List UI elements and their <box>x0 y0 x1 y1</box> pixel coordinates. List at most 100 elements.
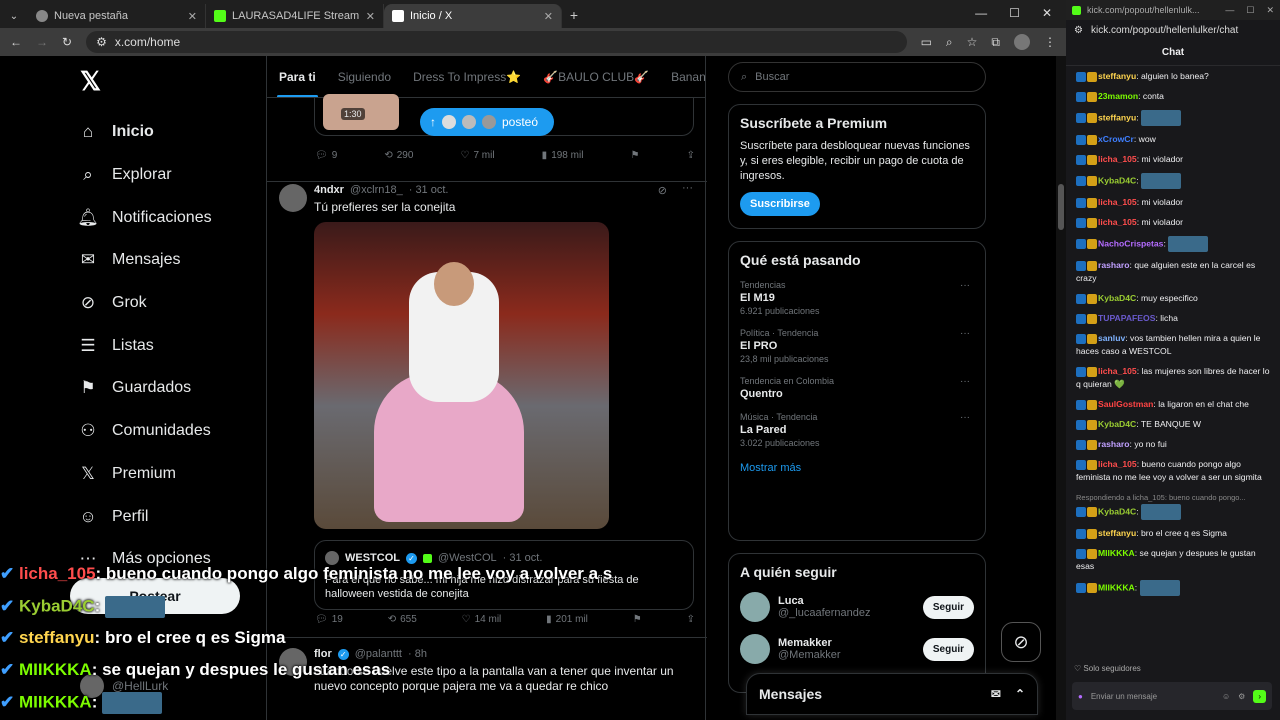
share-icon[interactable]: ⇪ <box>687 614 695 625</box>
new-tab-button[interactable]: + <box>562 7 586 23</box>
close-icon[interactable]: ✕ <box>544 10 553 23</box>
star-icon[interactable]: ☆ <box>967 35 978 49</box>
profile-avatar[interactable] <box>1014 34 1030 50</box>
expand-icon[interactable]: ⌃ <box>1015 687 1025 701</box>
nav-item-comunidades[interactable]: ⚇ Comunidades <box>78 410 258 453</box>
like-button[interactable]: ♡ 7 mil <box>461 150 495 161</box>
chat-username[interactable]: KybaD4C <box>1098 293 1136 303</box>
follow-button[interactable]: Seguir <box>922 595 974 619</box>
nav-item-guardados[interactable]: ⚑ Guardados <box>78 367 258 410</box>
more-icon[interactable]: ··· <box>682 182 693 194</box>
messages-drawer[interactable]: Mensajes ✉ ⌃ <box>746 673 1038 715</box>
repost-button[interactable]: ⟲ 290 <box>384 150 413 161</box>
zoom-icon[interactable]: ⌕ <box>946 35 953 50</box>
grok-fab-icon[interactable]: ⊘ <box>1001 622 1041 662</box>
tab-new[interactable]: Nueva pestaña ✕ <box>28 4 206 28</box>
video-thumbnail[interactable]: 1:30 <box>323 94 399 130</box>
nav-item-perfil[interactable]: ☺ Perfil <box>78 495 258 538</box>
trend-item[interactable]: Política · Tendencia El PRO 23,8 mil publi… <box>740 328 974 364</box>
tab-x-home[interactable]: Inicio / X ✕ <box>384 4 562 28</box>
search-input[interactable]: ⌕ Buscar <box>728 62 986 92</box>
new-message-icon[interactable]: ✉ <box>991 687 1001 701</box>
scrollbar-thumb[interactable] <box>1058 184 1064 230</box>
tab-kick-stream[interactable]: LAURASAD4LIFE Stream - Watc✕ <box>206 4 384 28</box>
extensions-icon[interactable]: ⧉ <box>991 35 1000 50</box>
minimize-icon[interactable]: — <box>1225 5 1234 16</box>
chat-username[interactable]: TUPAPAFEOS <box>1098 313 1155 323</box>
more-icon[interactable]: ··· <box>960 376 970 387</box>
nav-item-listas[interactable]: ☰ Listas <box>78 324 258 367</box>
show-more-link[interactable]: Mostrar más <box>740 462 974 474</box>
share-icon[interactable]: ⇪ <box>687 150 695 161</box>
tab-list-baulo[interactable]: 🎸BAULO CLUB🎸 <box>543 70 649 84</box>
chat-username[interactable]: steffanyu <box>1098 528 1136 538</box>
views-button[interactable]: ▮ 198 mil <box>542 150 584 161</box>
nav-item-notificaciones[interactable]: 🔔︎ Notificaciones <box>77 196 258 239</box>
close-window-icon[interactable]: ✕ <box>1266 5 1274 16</box>
like-button[interactable]: ♡ 14 mil <box>462 614 502 625</box>
gift-icon[interactable]: ⚙ <box>1238 692 1245 701</box>
maximize-icon[interactable]: ☐ <box>1009 6 1020 20</box>
chat-username[interactable]: KybaD4C <box>1098 506 1136 516</box>
maximize-icon[interactable]: ☐ <box>1246 5 1254 16</box>
back-icon[interactable]: ← <box>10 35 22 49</box>
chat-username[interactable]: licha_105 <box>1098 217 1137 227</box>
chat-username[interactable]: licha_105 <box>1098 197 1137 207</box>
views-button[interactable]: ▮ 201 mil <box>546 614 588 625</box>
close-icon[interactable]: ✕ <box>188 10 197 23</box>
tab-search-icon[interactable]: ⌄ <box>0 11 28 22</box>
chat-username[interactable]: SaulGostman <box>1098 399 1153 409</box>
chat-username[interactable]: KybaD4C <box>1098 175 1136 185</box>
chat-username[interactable]: MIIKKKA <box>1098 548 1135 558</box>
mic-icon[interactable]: ● <box>1078 692 1083 701</box>
menu-icon[interactable]: ⋮ <box>1044 35 1056 49</box>
chat-username[interactable]: licha_105 <box>1098 366 1137 376</box>
url-field[interactable]: ⚙ x.com/home <box>86 31 907 53</box>
bookmark-icon[interactable]: ⚑ <box>633 614 642 625</box>
more-icon[interactable]: ··· <box>960 328 970 339</box>
chat-username[interactable]: licha_105 <box>1098 459 1137 469</box>
chat-username[interactable]: xCrowCr <box>1098 134 1134 144</box>
chat-input[interactable]: ● Enviar un mensaje ☺ ⚙ › <box>1072 682 1272 710</box>
nav-item-inicio[interactable]: ⌂ Inicio <box>78 111 258 154</box>
reply-button[interactable]: 💬︎ 9 <box>315 150 337 161</box>
avatar[interactable] <box>740 592 770 622</box>
nav-item-premium[interactable]: 𝕏 Premium <box>78 453 258 496</box>
chat-username[interactable]: steffanyu <box>1098 71 1136 81</box>
chat-username[interactable]: MIIKKKA <box>1098 582 1135 592</box>
trend-item[interactable]: Música · Tendencia La Pared 3.022 publicac… <box>740 412 974 448</box>
chat-username[interactable]: rasharo <box>1098 260 1130 270</box>
reply-button[interactable]: 💬︎ 19 <box>315 614 343 625</box>
x-logo-icon[interactable]: 𝕏 <box>80 66 258 97</box>
new-posts-pill[interactable]: ↑ posteó <box>420 108 554 136</box>
minimize-icon[interactable]: — <box>975 6 987 20</box>
bookmark-icon[interactable]: ⚑ <box>631 150 640 161</box>
avatar[interactable] <box>740 634 770 664</box>
tab-list-dress[interactable]: Dress To Impress⭐ <box>413 70 521 84</box>
scrollbar[interactable] <box>1056 56 1066 720</box>
chat-username[interactable]: KybaD4C <box>1098 419 1136 429</box>
trend-item[interactable]: Tendencias El M19 6.921 publicaciones ··· <box>740 280 974 316</box>
nav-item-mensajes[interactable]: ✉ Mensajes <box>78 239 258 282</box>
more-icon[interactable]: ··· <box>960 412 970 423</box>
reload-icon[interactable]: ↻ <box>62 35 72 49</box>
install-icon[interactable]: ▭ <box>921 35 932 49</box>
tab-following[interactable]: Siguiendo <box>338 70 391 84</box>
repost-button[interactable]: ⟲ 655 <box>388 614 417 625</box>
avatar[interactable] <box>279 184 307 212</box>
chat-username[interactable]: rasharo <box>1098 439 1130 449</box>
chat-username[interactable]: steffanyu <box>1098 112 1136 122</box>
subscribe-button[interactable]: Suscribirse <box>740 192 820 216</box>
emote-icon[interactable]: ☺ <box>1222 692 1230 701</box>
close-icon[interactable]: ✕ <box>366 10 375 23</box>
tweet-previous[interactable]: 1:30 ↑ posteó 💬︎ 9 ⟲ 290 ♡ 7 mil ▮ 198 mil ⚑ … <box>267 94 707 182</box>
chat-username[interactable]: licha_105 <box>1098 154 1137 164</box>
close-window-icon[interactable]: ✕ <box>1042 6 1052 20</box>
chat-username[interactable]: 23mamon <box>1098 91 1138 101</box>
follow-button[interactable]: Seguir <box>922 637 974 661</box>
tab-for-you[interactable]: Para ti <box>277 70 318 97</box>
follow-suggestion[interactable]: Luca @_lucaafernandez Seguir <box>740 592 974 622</box>
chat-username[interactable]: sanluv <box>1098 333 1125 343</box>
more-icon[interactable]: ··· <box>960 280 970 291</box>
tab-list-bananiro[interactable]: Bananiro <box>671 70 705 84</box>
